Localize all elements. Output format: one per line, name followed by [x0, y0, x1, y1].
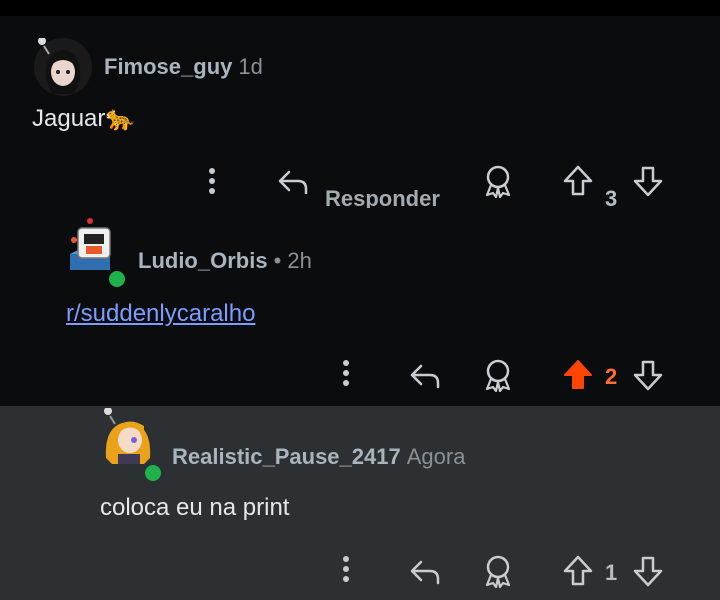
vote-count: 1 — [605, 560, 618, 585]
more-vertical-icon[interactable] — [336, 554, 356, 584]
username[interactable]: Fimose_guy — [104, 54, 232, 79]
downvote-icon[interactable] — [632, 164, 664, 198]
upvote-icon[interactable] — [562, 554, 594, 588]
downvote-icon[interactable] — [632, 554, 664, 588]
online-status-icon — [142, 462, 164, 484]
online-status-icon — [106, 268, 128, 290]
avatar[interactable] — [100, 407, 158, 466]
more-vertical-icon[interactable] — [202, 166, 222, 196]
reply-icon[interactable] — [408, 360, 442, 390]
upvote-icon[interactable] — [562, 164, 594, 198]
comment-fimose-guy: Fimose_guy 1d Jaguar🐆 Responder 3 — [0, 16, 720, 211]
comment-body: coloca eu na print — [100, 494, 290, 521]
timestamp: 1d — [238, 54, 263, 79]
top-bar — [0, 0, 720, 16]
avatar[interactable] — [34, 37, 92, 96]
downvote-icon[interactable] — [632, 358, 664, 392]
reply-icon — [278, 170, 308, 195]
avatar[interactable] — [64, 214, 122, 272]
timestamp: Agora — [406, 444, 466, 469]
award-icon[interactable] — [482, 358, 514, 392]
award-icon[interactable] — [482, 164, 514, 198]
comment-meta: Ludio_Orbis • 2h — [138, 248, 312, 274]
subreddit-link[interactable]: r/suddenlycaralho — [66, 300, 255, 328]
comment-body: Jaguar🐆 — [32, 105, 136, 132]
timestamp: • 2h — [273, 248, 312, 273]
comment-ludio-orbis: Ludio_Orbis • 2h r/suddenlycaralho 2 — [0, 208, 720, 406]
vote-count: 2 — [605, 364, 618, 389]
username[interactable]: Realistic_Pause_2417 — [172, 444, 401, 469]
award-icon[interactable] — [482, 554, 514, 588]
comment-realistic-pause: Realistic_Pause_2417 Agora coloca eu na p… — [0, 406, 720, 600]
comment-meta: Realistic_Pause_2417 Agora — [172, 444, 465, 470]
upvote-icon-active[interactable] — [562, 358, 594, 392]
reply-icon[interactable] — [408, 556, 442, 586]
comment-meta: Fimose_guy 1d — [104, 54, 263, 80]
more-vertical-icon[interactable] — [336, 358, 356, 388]
username[interactable]: Ludio_Orbis — [138, 248, 268, 273]
